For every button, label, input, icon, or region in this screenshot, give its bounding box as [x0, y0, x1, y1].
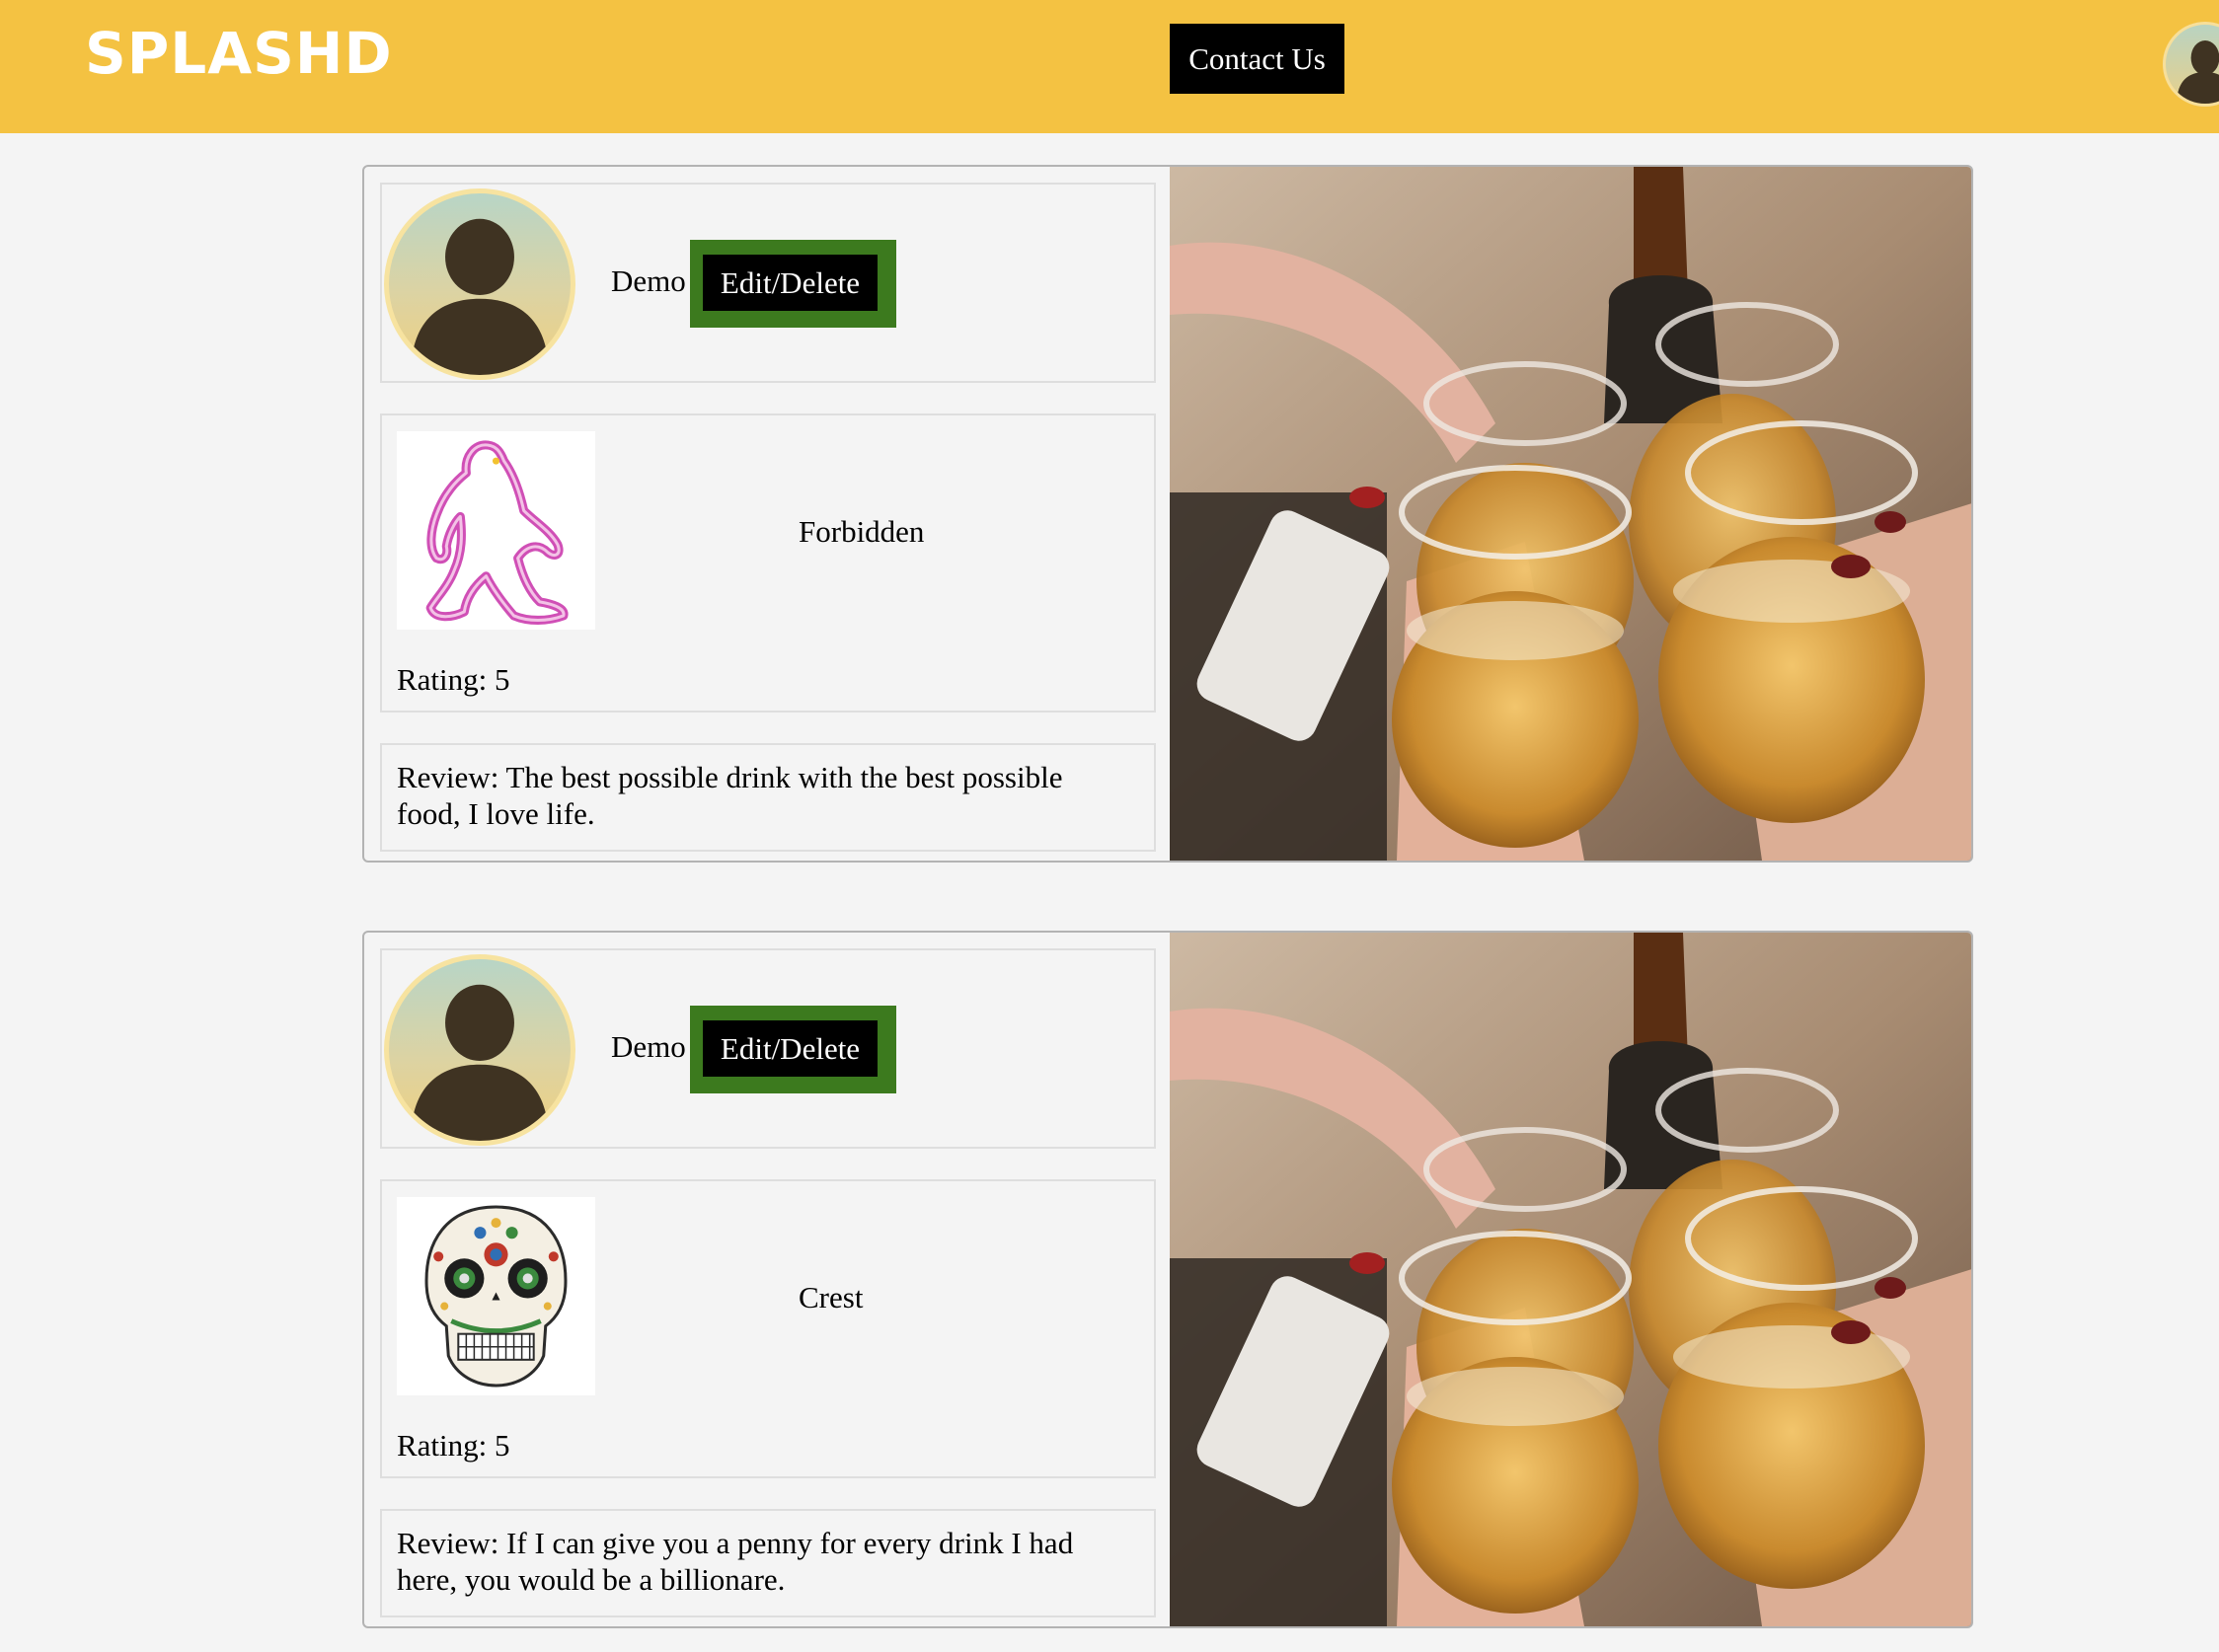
- user-avatar-icon: [384, 954, 575, 1146]
- reviewer-username: Demo: [611, 1029, 686, 1064]
- reviewer-section: Demo Edit/Delete: [380, 948, 1156, 1149]
- edit-delete-button[interactable]: Edit/Delete: [690, 1006, 896, 1093]
- drink-section: Forbidden Rating: 5: [380, 413, 1156, 713]
- rating-text: Rating: 5: [397, 662, 510, 697]
- review-section: Review: The best possible drink with the…: [380, 743, 1156, 852]
- review-text: Review: If I can give you a penny for ev…: [397, 1526, 1074, 1597]
- drink-name: Crest: [799, 1280, 864, 1314]
- user-avatar-icon: [384, 188, 575, 380]
- drink-section: Crest Rating: 5: [380, 1179, 1156, 1478]
- review-card: Demo Edit/Delete Forbidden Rating: 5 Rev…: [362, 165, 1973, 863]
- review-section: Review: If I can give you a penny for ev…: [380, 1509, 1156, 1617]
- bigfoot-logo: [397, 431, 595, 630]
- drink-name: Forbidden: [799, 514, 925, 549]
- drinks-cheers-photo: [1170, 933, 1971, 1626]
- sugar-skull-logo: [397, 1197, 595, 1395]
- edit-delete-button[interactable]: Edit/Delete: [690, 240, 896, 328]
- reviewer-section: Demo Edit/Delete: [380, 183, 1156, 383]
- edit-delete-label: Edit/Delete: [703, 1020, 878, 1077]
- edit-delete-label: Edit/Delete: [703, 255, 878, 311]
- profile-avatar-icon[interactable]: [2163, 22, 2219, 107]
- contact-us-button[interactable]: Contact Us: [1170, 24, 1344, 94]
- site-logo[interactable]: SPLASHD: [85, 14, 393, 93]
- review-card: Demo Edit/Delete Crest Rating: 5 Review:…: [362, 931, 1973, 1628]
- drinks-cheers-photo: [1170, 167, 1971, 861]
- top-navbar: SPLASHD Contact Us: [0, 0, 2219, 133]
- rating-text: Rating: 5: [397, 1428, 510, 1463]
- review-text: Review: The best possible drink with the…: [397, 760, 1063, 831]
- reviewer-username: Demo: [611, 263, 686, 298]
